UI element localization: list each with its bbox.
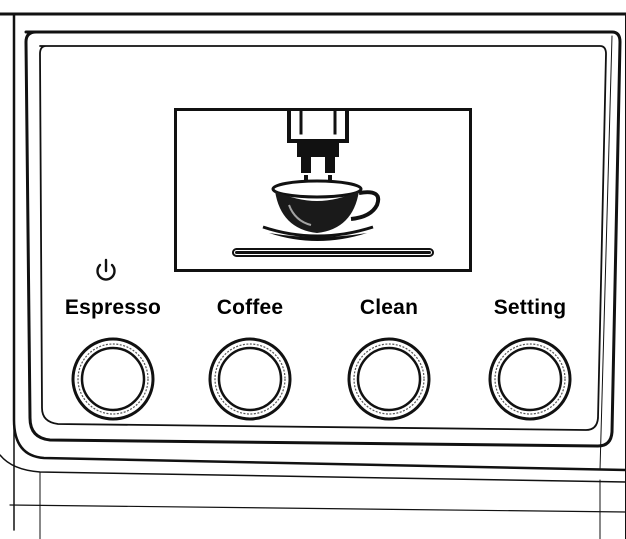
setting-button[interactable] <box>487 336 573 422</box>
espresso-cup-brewing-icon <box>232 111 434 257</box>
power-icon <box>93 258 119 284</box>
clean-label: Clean <box>359 296 419 319</box>
setting-label: Setting <box>493 296 567 319</box>
espresso-button[interactable] <box>70 336 156 422</box>
clean-button[interactable] <box>346 336 432 422</box>
coffee-label: Coffee <box>216 296 284 319</box>
espresso-label: Espresso <box>64 296 162 319</box>
brew-progress-fill <box>235 251 431 254</box>
coffee-button[interactable] <box>207 336 293 422</box>
display-screen <box>174 108 472 272</box>
